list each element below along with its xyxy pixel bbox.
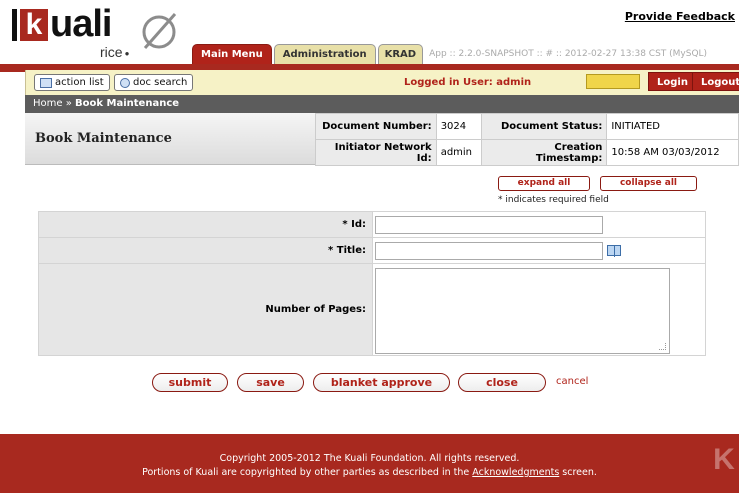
footer-portions-text: Portions of Kuali are copyrighted by oth… bbox=[142, 467, 473, 478]
doc-search-label: doc search bbox=[133, 77, 188, 88]
tab-krad[interactable]: KRAD bbox=[377, 44, 424, 64]
id-cell bbox=[372, 211, 706, 238]
document-number-value: 3024 bbox=[435, 113, 482, 140]
initiator-label: Initiator Network Id: bbox=[315, 139, 437, 166]
expand-all-button[interactable]: expand all bbox=[498, 176, 590, 191]
blanket-approve-button[interactable]: blanket approve bbox=[313, 373, 450, 392]
action-list-label: action list bbox=[55, 77, 104, 88]
pages-cell bbox=[372, 263, 706, 356]
logo-k-mark: k bbox=[20, 9, 48, 41]
header: k uali rice Provide Feedback Main Menu A… bbox=[0, 0, 739, 64]
logo-subtitle: rice bbox=[100, 44, 129, 60]
logo-slashed-circle-icon bbox=[142, 13, 177, 49]
main-tabs: Main Menu Administration KRAD App :: 2.2… bbox=[192, 42, 707, 64]
tab-administration[interactable]: Administration bbox=[273, 44, 376, 64]
doc-search-button[interactable]: doc search bbox=[114, 74, 194, 91]
page-title: Book Maintenance bbox=[35, 131, 172, 146]
collapse-all-button[interactable]: collapse all bbox=[600, 176, 697, 191]
submit-button[interactable]: submit bbox=[152, 373, 228, 392]
logout-button[interactable]: Logout bbox=[692, 72, 739, 91]
acknowledgments-link[interactable]: Acknowledgments bbox=[472, 467, 559, 478]
kuali-rice-logo[interactable]: k uali rice bbox=[12, 3, 177, 60]
required-field-note: * indicates required field bbox=[498, 195, 609, 205]
footer-copyright: Copyright 2005-2012 The Kuali Foundation… bbox=[219, 453, 520, 464]
title-label: * Title: bbox=[38, 237, 373, 264]
tab-main-menu[interactable]: Main Menu bbox=[192, 44, 272, 64]
book-lookup-icon[interactable] bbox=[607, 245, 621, 257]
user-toolbar: action list doc search Logged in User: a… bbox=[25, 70, 739, 95]
creation-timestamp-label: Creation Timestamp: bbox=[480, 139, 608, 166]
pages-textarea[interactable] bbox=[375, 268, 670, 354]
logo-wordmark: uali bbox=[50, 3, 112, 45]
close-button[interactable]: close bbox=[458, 373, 546, 392]
logged-in-user: Logged in User: admin bbox=[404, 77, 532, 88]
breadcrumb-current: Book Maintenance bbox=[75, 98, 180, 109]
footer-logo-mark: K bbox=[713, 443, 735, 476]
book-form: * Id: * Title: Number of Pages: bbox=[38, 211, 706, 356]
title-cell bbox=[372, 237, 706, 264]
footer-portions-suffix: screen. bbox=[559, 467, 597, 478]
breadcrumb: Home » Book Maintenance bbox=[25, 95, 739, 113]
provide-feedback-link[interactable]: Provide Feedback bbox=[625, 10, 735, 23]
login-user-input[interactable] bbox=[586, 74, 640, 89]
breadcrumb-home[interactable]: Home bbox=[33, 98, 63, 109]
logo-bar bbox=[12, 9, 17, 41]
initiator-value: admin bbox=[435, 139, 482, 166]
title-input[interactable] bbox=[375, 241, 603, 260]
id-label: * Id: bbox=[38, 211, 373, 238]
action-list-button[interactable]: action list bbox=[34, 74, 110, 91]
document-status-value: INITIATED bbox=[606, 113, 739, 140]
search-icon bbox=[120, 77, 130, 88]
pages-label: Number of Pages: bbox=[38, 263, 373, 356]
breadcrumb-separator: » bbox=[65, 98, 72, 109]
creation-timestamp-value: 10:58 AM 03/03/2012 bbox=[606, 139, 739, 166]
footer: Copyright 2005-2012 The Kuali Foundation… bbox=[0, 434, 739, 493]
cancel-link[interactable]: cancel bbox=[556, 376, 588, 387]
id-input[interactable] bbox=[375, 215, 603, 234]
document-status-label: Document Status: bbox=[480, 113, 608, 140]
footer-portions: Portions of Kuali are copyrighted by oth… bbox=[0, 467, 739, 478]
document-number-label: Document Number: bbox=[315, 113, 437, 140]
save-button[interactable]: save bbox=[237, 373, 304, 392]
page-title-box: Book Maintenance bbox=[25, 113, 315, 165]
build-info: App :: 2.2.0-SNAPSHOT :: # :: 2012-02-27… bbox=[429, 49, 708, 59]
document-header: Document Number: 3024 Document Status: I… bbox=[315, 113, 739, 166]
action-list-icon bbox=[40, 77, 52, 88]
login-button[interactable]: Login bbox=[648, 72, 697, 91]
